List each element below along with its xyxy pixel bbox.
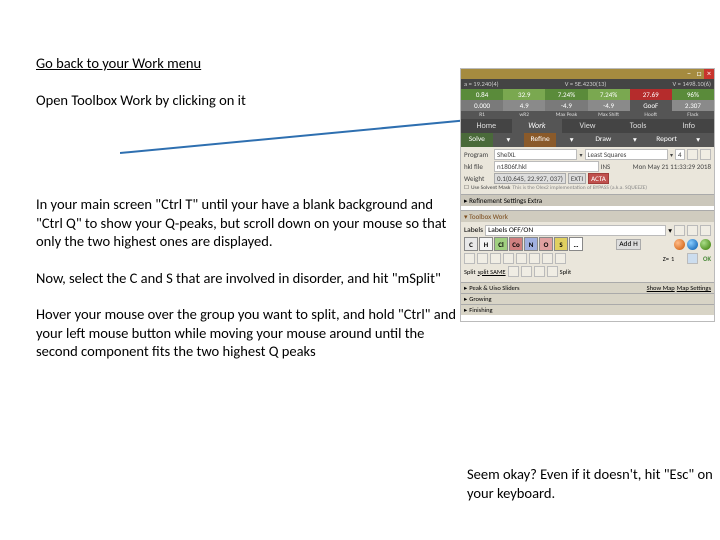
element-s[interactable]: S [554, 237, 568, 251]
tool-icon-7[interactable] [542, 253, 553, 264]
report-dropdown-icon[interactable]: ▾ [682, 133, 714, 147]
weight-label: Weight [464, 174, 492, 183]
element-h[interactable]: H [479, 237, 493, 251]
instruction-2: Open Toolbox Work by clicking on it [36, 91, 456, 110]
element-more[interactable]: … [569, 237, 583, 251]
refine-button[interactable]: Refine [524, 133, 556, 147]
map-settings-link[interactable]: Map Settings [677, 284, 711, 292]
program-label: Program [464, 150, 492, 159]
toolbox-work-header[interactable]: ▾ Toolbox Work [461, 210, 714, 222]
z-label: Z= [663, 255, 669, 263]
main-tabs: Home Work View Tools Info [461, 119, 714, 133]
show-map-link[interactable]: Show Map [647, 284, 675, 292]
split-icon-2[interactable] [521, 266, 532, 277]
draw-button[interactable]: Draw [588, 133, 620, 147]
file-field[interactable]: n1806f.hkl [494, 161, 599, 172]
split-label: Split [464, 268, 476, 276]
ok-button[interactable]: OK [703, 255, 711, 263]
tab-info[interactable]: Info [663, 119, 714, 133]
refine-icon-2[interactable] [700, 149, 711, 160]
solve-dropdown-icon[interactable]: ▾ [493, 133, 525, 147]
instruction-5: Hover your mouse over the group you want… [36, 305, 456, 361]
instruction-1: Go back to your Work menu [36, 54, 456, 73]
app-screenshot: − □ × a = 19.240(4) V = 5E.4230(13) V = … [460, 68, 715, 322]
draw-dropdown-icon[interactable]: ▾ [619, 133, 651, 147]
bottom-caption: Seem okay? Even if it doesn't, hit "Esc"… [467, 465, 715, 502]
refine-icon-1[interactable] [687, 149, 698, 160]
split-same-link[interactable]: split SAME [478, 268, 506, 276]
refinement-panel: Program ShelXL ▾ Least Squares ▾ 4 hkl f… [461, 147, 714, 194]
mask-label: Use Solvent Mask [471, 185, 510, 191]
instruction-3: In your main screen "Ctrl T" until your … [36, 195, 456, 251]
peak-sliders-row[interactable]: ▸Peak & Uiso Sliders Show Map Map Settin… [461, 282, 714, 293]
mask-note: This is the Olex2 implementation of BYPA… [512, 185, 711, 191]
label-icon-3[interactable] [700, 225, 711, 236]
report-button[interactable]: Report [651, 133, 683, 147]
exti-button[interactable]: EXTI [568, 173, 586, 184]
toolbox-work-panel: Labels Labels OFF/ON ▾ C H Cl Co N O S … [461, 222, 714, 282]
file-date: Mon May 21 11:33:29 2018 [612, 162, 711, 171]
acta-button[interactable]: ACTA [588, 173, 609, 184]
tool-icon-2[interactable] [477, 253, 488, 264]
refine-dropdown-icon[interactable]: ▾ [556, 133, 588, 147]
tool-icon-6[interactable] [529, 253, 540, 264]
finishing-row[interactable]: ▸Finishing [461, 304, 714, 315]
checkbox-icon[interactable]: ☐ [464, 185, 469, 191]
split-icon-3[interactable] [534, 266, 545, 277]
file-label: hkl file [464, 162, 492, 171]
element-cl[interactable]: Cl [494, 237, 508, 251]
tool-icon-5[interactable] [516, 253, 527, 264]
z-value[interactable]: 1 [671, 255, 685, 263]
label-icon-1[interactable] [674, 225, 685, 236]
tab-view[interactable]: View [562, 119, 613, 133]
label-icon-2[interactable] [687, 225, 698, 236]
element-c[interactable]: C [464, 237, 478, 251]
maximize-icon[interactable]: □ [694, 69, 704, 79]
sphere-icon-2[interactable] [687, 239, 698, 250]
tool-icon-1[interactable] [464, 253, 475, 264]
split-icon-4[interactable] [547, 266, 558, 277]
method-select[interactable]: Least Squares [585, 149, 668, 160]
close-icon[interactable]: × [704, 69, 714, 79]
split-button[interactable]: Split [560, 268, 572, 276]
addh-button[interactable]: Add H [616, 239, 641, 250]
tool-icon-3[interactable] [490, 253, 501, 264]
instruction-4: Now, select the C and S that are involve… [36, 269, 456, 288]
tab-work[interactable]: Work [512, 119, 563, 133]
labels-select[interactable]: Labels OFF/ON [485, 225, 666, 236]
sphere-icon-3[interactable] [700, 239, 711, 250]
element-co[interactable]: Co [509, 237, 523, 251]
growing-row[interactable]: ▸Growing [461, 293, 714, 304]
sphere-icon-1[interactable] [674, 239, 685, 250]
sub-toolbar: Solve ▾ Refine ▾ Draw ▾ Report ▾ [461, 133, 714, 147]
element-o[interactable]: O [539, 237, 553, 251]
tool-icon-8[interactable] [555, 253, 566, 264]
program-select[interactable]: ShelXL [494, 149, 577, 160]
solve-button[interactable]: Solve [461, 133, 493, 147]
window-titlebar: − □ × [461, 69, 714, 79]
z-icon[interactable] [687, 253, 698, 264]
refinement-settings-header[interactable]: ▸ Refinement Settings Extra [461, 194, 714, 206]
tab-home[interactable]: Home [461, 119, 512, 133]
instruction-column: Go back to your Work menu Open Toolbox W… [36, 54, 456, 379]
metrics-grid: 0.84 32.9 7.24% 7.24% 27.69 96% 0.000 4.… [461, 89, 714, 119]
minimize-icon[interactable]: − [684, 69, 694, 79]
element-n[interactable]: N [524, 237, 538, 251]
file-date-label: INS [601, 162, 611, 171]
labels-label: Labels [464, 226, 483, 235]
tool-icon-4[interactable] [503, 253, 514, 264]
tab-tools[interactable]: Tools [613, 119, 664, 133]
ls-num[interactable]: 4 [675, 149, 685, 160]
split-icon-1[interactable] [508, 266, 519, 277]
status-line: a = 19.240(4) V = 5E.4230(13) V = 1498.1… [461, 79, 714, 89]
weight-button[interactable]: 0.1(0.645, 22.927, 037) [494, 173, 566, 184]
